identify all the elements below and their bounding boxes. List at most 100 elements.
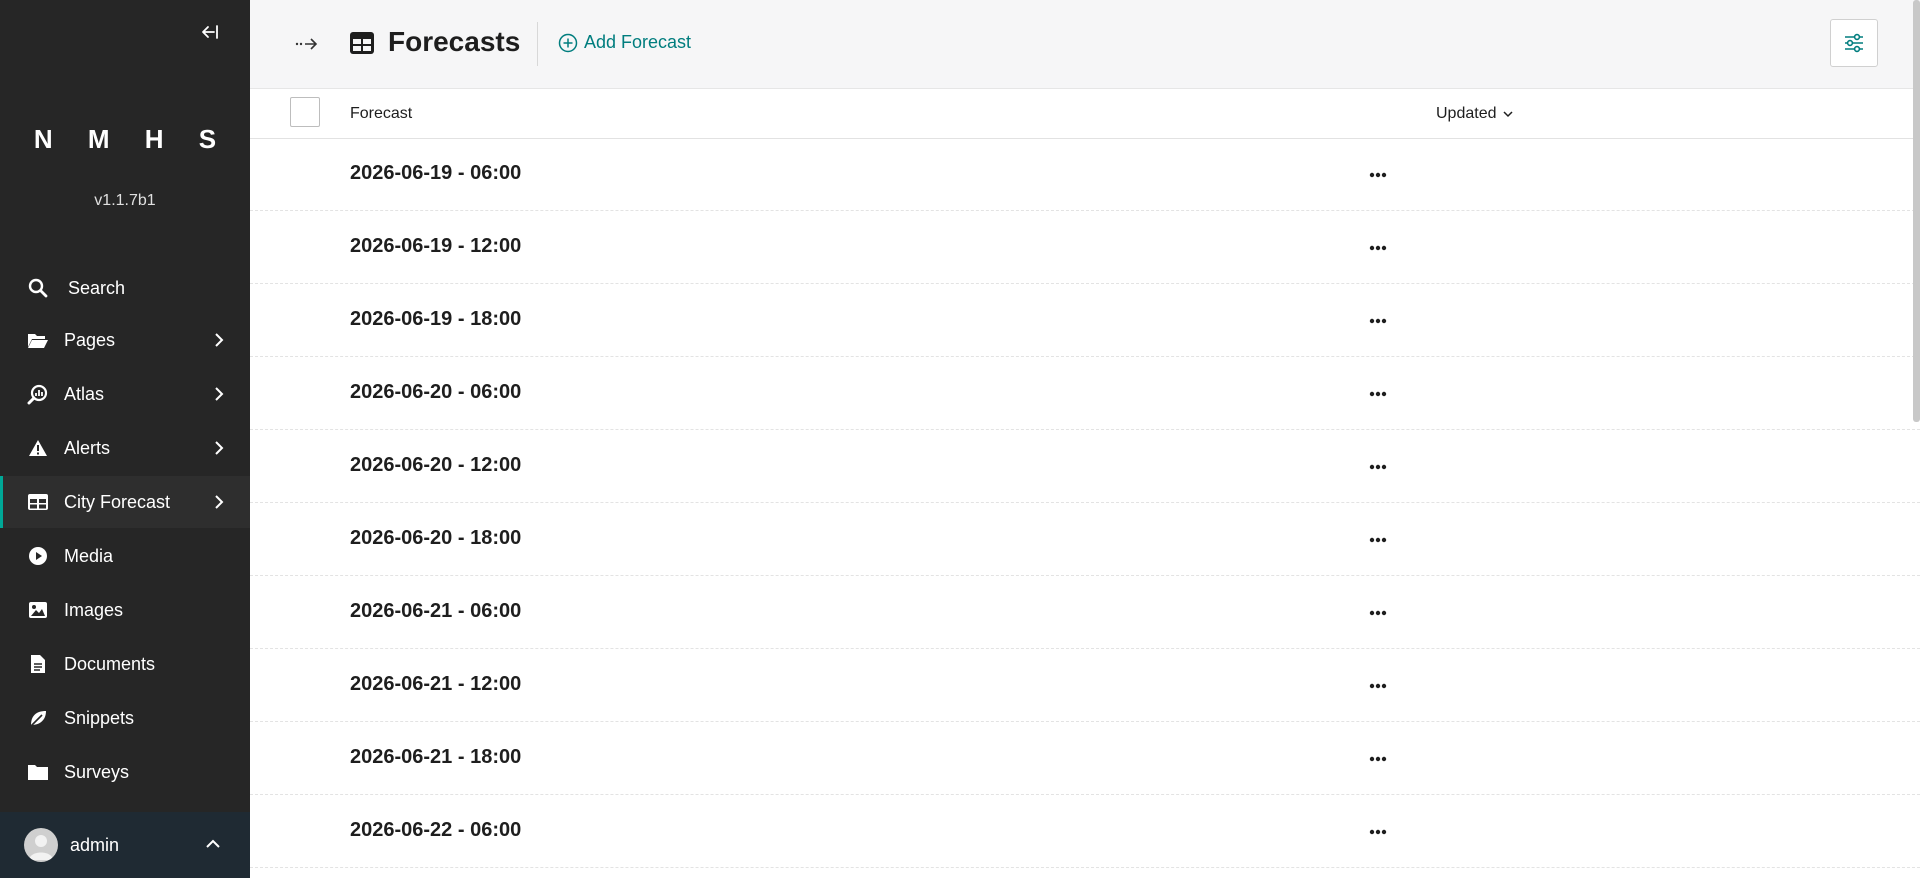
scrollbar[interactable] — [1913, 0, 1920, 422]
more-horizontal-icon — [1369, 683, 1387, 689]
table-row: 2026-06-21 - 18:00 — [250, 723, 1920, 795]
more-actions-button[interactable] — [1364, 380, 1392, 408]
brand-logo[interactable]: N M H S — [0, 124, 250, 155]
add-forecast-label: Add Forecast — [584, 32, 692, 52]
more-horizontal-icon — [1369, 172, 1387, 178]
sidebar: N M H S v1.1.7b1 Search Pages Atlas Aler… — [0, 0, 250, 878]
more-actions-button[interactable] — [1364, 453, 1392, 481]
add-forecast-button[interactable]: Add Forecast — [558, 32, 691, 53]
chevron-up-icon — [206, 836, 220, 854]
column-header-forecast[interactable]: Forecast — [350, 105, 412, 123]
more-actions-button[interactable] — [1364, 161, 1392, 189]
account-menu-toggle[interactable]: admin — [0, 812, 250, 878]
image-icon — [26, 598, 50, 622]
forecast-title-link[interactable]: 2026-06-20 - 06:00 — [350, 381, 521, 404]
page-title: Forecasts — [388, 26, 521, 57]
breadcrumb-expand-icon — [295, 38, 318, 50]
table-row: 2026-06-21 - 12:00 — [250, 650, 1920, 722]
more-actions-button[interactable] — [1364, 234, 1392, 262]
forecast-title-link[interactable]: 2026-06-19 - 12:00 — [350, 235, 521, 258]
more-actions-button[interactable] — [1364, 672, 1392, 700]
search-icon — [26, 276, 50, 300]
avatar — [24, 828, 58, 862]
sidebar-item-documents[interactable]: Documents — [0, 638, 250, 690]
forecast-title-link[interactable]: 2026-06-19 - 18:00 — [350, 308, 521, 331]
sidebar-item-city-forecast[interactable]: City Forecast — [0, 476, 250, 528]
sidebar-item-label: Images — [64, 599, 124, 620]
table-row: 2026-06-21 - 06:00 — [250, 577, 1920, 649]
atlas-search-icon — [26, 382, 50, 406]
sidebar-item-label: Pages — [64, 329, 116, 350]
more-horizontal-icon — [1369, 391, 1387, 397]
sidebar-item-label: Documents — [64, 653, 156, 674]
select-all-checkbox[interactable] — [290, 97, 320, 127]
table-row: 2026-06-20 - 12:00 — [250, 431, 1920, 503]
collapse-sidebar-button[interactable] — [196, 20, 222, 44]
play-icon — [26, 544, 50, 568]
snippet-icon — [26, 706, 50, 730]
breadcrumb-expand-button[interactable] — [294, 32, 320, 54]
sidebar-item-label: Atlas — [64, 383, 105, 404]
more-actions-button[interactable] — [1364, 599, 1392, 627]
sidebar-item-label: Media — [64, 545, 114, 566]
forecast-title-link[interactable]: 2026-06-20 - 12:00 — [350, 454, 521, 477]
forecast-title-link[interactable]: 2026-06-19 - 06:00 — [350, 162, 521, 185]
table-row: 2026-06-22 - 06:00 — [250, 796, 1920, 868]
sidebar-item-surveys[interactable]: Surveys — [0, 746, 250, 798]
more-horizontal-icon — [1369, 318, 1387, 324]
more-horizontal-icon — [1369, 464, 1387, 470]
table-row: 2026-06-19 - 12:00 — [250, 212, 1920, 284]
table-header: Forecast Updated — [250, 89, 1920, 139]
table-icon — [26, 490, 50, 514]
forecast-title-link[interactable]: 2026-06-21 - 12:00 — [350, 673, 521, 696]
document-icon — [26, 652, 50, 676]
more-horizontal-icon — [1369, 245, 1387, 251]
chevron-right-icon — [214, 387, 228, 401]
sidebar-item-media[interactable]: Media — [0, 530, 250, 582]
collapse-icon — [202, 25, 218, 39]
table-row: 2026-06-19 - 18:00 — [250, 285, 1920, 357]
sidebar-item-search[interactable]: Search — [0, 262, 250, 314]
table-row: 2026-06-20 - 18:00 — [250, 504, 1920, 576]
table-row: 2026-06-19 - 06:00 — [250, 139, 1920, 211]
plus-circle-icon — [558, 33, 578, 52]
more-horizontal-icon — [1369, 829, 1387, 835]
sidebar-item-label: Surveys — [64, 761, 130, 782]
sidebar-item-snippets[interactable]: Snippets — [0, 692, 250, 744]
more-actions-button[interactable] — [1364, 307, 1392, 335]
more-actions-button[interactable] — [1364, 745, 1392, 773]
more-horizontal-icon — [1369, 756, 1387, 762]
column-header-updated-label: Updated — [1436, 105, 1497, 122]
folder-icon — [26, 760, 50, 784]
forecast-list: 2026-06-19 - 06:00 2026-06-19 - 12:00 20… — [250, 139, 1920, 869]
more-actions-button[interactable] — [1364, 526, 1392, 554]
column-header-updated[interactable]: Updated — [1436, 105, 1513, 123]
forecast-title-link[interactable]: 2026-06-21 - 18:00 — [350, 746, 521, 769]
sidebar-item-label: Snippets — [64, 707, 135, 728]
chevron-right-icon — [214, 495, 228, 509]
forecast-title-link[interactable]: 2026-06-22 - 06:00 — [350, 819, 521, 842]
sidebar-item-label: City Forecast — [64, 491, 171, 512]
more-actions-button[interactable] — [1364, 818, 1392, 846]
forecast-title-link[interactable]: 2026-06-21 - 06:00 — [350, 600, 521, 623]
chevron-right-icon — [214, 441, 228, 455]
more-horizontal-icon — [1369, 610, 1387, 616]
header-divider — [537, 22, 538, 66]
folder-open-icon — [26, 328, 50, 352]
table-icon — [350, 32, 374, 59]
sliders-icon — [1845, 33, 1863, 53]
sidebar-item-label: Alerts — [64, 437, 111, 458]
forecast-title-link[interactable]: 2026-06-20 - 18:00 — [350, 527, 521, 550]
account-username: admin — [70, 834, 120, 855]
sidebar-item-atlas[interactable]: Atlas — [0, 368, 250, 420]
sidebar-item-pages[interactable]: Pages — [0, 314, 250, 366]
version-label: v1.1.7b1 — [94, 192, 156, 209]
chevron-right-icon — [214, 333, 228, 347]
chevron-down-icon — [1502, 111, 1513, 118]
warning-icon — [26, 436, 50, 460]
sidebar-item-alerts[interactable]: Alerts — [0, 422, 250, 474]
sidebar-item-label: Search — [68, 277, 126, 298]
sidebar-item-images[interactable]: Images — [0, 584, 250, 636]
table-row: 2026-06-20 - 06:00 — [250, 358, 1920, 430]
filter-settings-button[interactable] — [1830, 19, 1878, 67]
